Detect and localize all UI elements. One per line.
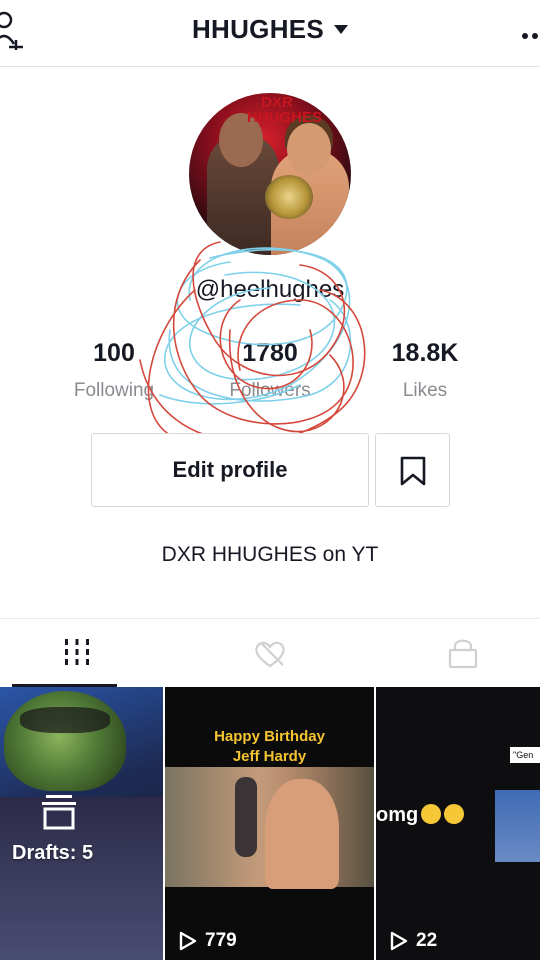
view-count: 779 bbox=[179, 930, 237, 952]
thumbnail-image bbox=[495, 790, 540, 862]
grid-bars-icon bbox=[65, 639, 89, 665]
tab-videos[interactable] bbox=[12, 619, 142, 687]
followers-count: 1780 bbox=[242, 339, 298, 367]
view-count: 22 bbox=[390, 930, 437, 952]
likes-label: Likes bbox=[402, 380, 448, 401]
chevron-down-icon bbox=[334, 25, 349, 34]
laughing-emoji-icon bbox=[444, 804, 465, 824]
video-caption: Happy Birthday Jeff Hardy bbox=[214, 728, 325, 765]
overlay-text: "Gen bbox=[510, 747, 540, 763]
avatar-watermark: DXR HHUGHES bbox=[247, 94, 323, 126]
favorites-button[interactable] bbox=[375, 433, 450, 507]
more-dots-icon[interactable] bbox=[522, 26, 540, 39]
tab-private[interactable] bbox=[398, 619, 528, 687]
followers-label: Followers bbox=[229, 380, 311, 401]
likes-count: 18.8K bbox=[391, 339, 459, 367]
profile-handle: @heelhughes bbox=[195, 276, 345, 303]
heart-hidden-icon bbox=[255, 641, 285, 668]
video-tile[interactable]: "Gen omg 22 bbox=[376, 687, 540, 960]
video-grid: Drafts: 5 Happy Birthday Jeff Hardy 779 … bbox=[0, 687, 540, 960]
username-title: HHUGHES bbox=[191, 14, 325, 44]
video-caption: omg bbox=[376, 804, 465, 827]
following-label: Following bbox=[73, 380, 155, 401]
bookmark-icon bbox=[400, 456, 426, 486]
drafts-label: Drafts: 5 bbox=[12, 842, 94, 864]
play-icon bbox=[390, 931, 408, 951]
play-icon bbox=[179, 931, 197, 951]
championship-belt-image bbox=[265, 175, 313, 219]
thumbnail-image bbox=[4, 691, 126, 791]
view-count-value: 22 bbox=[416, 930, 438, 951]
laughing-emoji-icon bbox=[421, 804, 442, 824]
edit-profile-button[interactable]: Edit profile bbox=[91, 433, 369, 507]
lock-icon bbox=[448, 639, 478, 669]
tab-liked[interactable] bbox=[205, 619, 335, 687]
following-count: 100 bbox=[93, 339, 135, 367]
profile-tabs bbox=[0, 618, 540, 687]
followers-stat[interactable]: 1780 Followers bbox=[195, 338, 345, 402]
avatar[interactable]: DXR HHUGHES bbox=[189, 93, 351, 255]
video-tile[interactable]: Happy Birthday Jeff Hardy 779 bbox=[165, 687, 374, 960]
view-count-value: 779 bbox=[205, 930, 237, 951]
drafts-icon bbox=[42, 795, 76, 830]
profile-bio: DXR HHUGHES on YT bbox=[161, 543, 379, 566]
likes-stat[interactable]: 18.8K Likes bbox=[350, 338, 500, 402]
drafts-tile[interactable]: Drafts: 5 bbox=[0, 687, 163, 960]
following-stat[interactable]: 100 Following bbox=[39, 338, 189, 402]
top-bar: HHUGHES bbox=[0, 0, 540, 67]
account-switcher[interactable]: HHUGHES bbox=[0, 14, 540, 45]
